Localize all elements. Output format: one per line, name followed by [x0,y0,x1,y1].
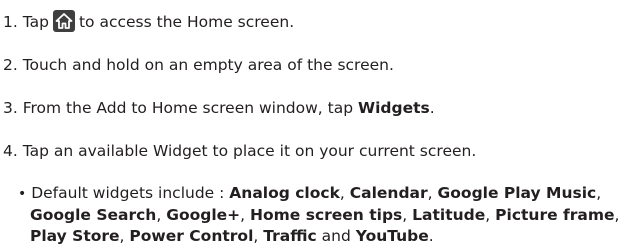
widget-name: YouTube [355,227,429,245]
widget-name: Analog clock [229,184,340,202]
widget-name: Calendar [349,184,428,202]
bullet-line-1: • Default widgets include : Analog clock… [18,184,602,202]
bullet-line-3: Play Store, Power Control, Traffic and Y… [30,227,434,245]
bullet-line-2: Google Search, Google+, Home screen tips… [30,206,620,224]
step-2: 2. Touch and hold on an empty area of th… [3,55,394,75]
step-4-text: 4. Tap an available Widget to place it o… [3,142,477,160]
step-1-prefix: 1. Tap [3,13,49,31]
step-1-suffix: to access the Home screen. [78,13,295,31]
widget-name: Latitude [412,206,486,224]
widget-name: Google+ [166,206,241,224]
widget-name: Google Play Music [437,184,597,202]
home-key-icon [52,10,75,32]
widget-name: Google Search [30,206,157,224]
step-1: 1. Tap to access the Home screen. [3,10,294,32]
and-word: and [321,227,351,245]
bullet-intro: Default widgets include : [31,184,225,202]
step-2-text: 2. Touch and hold on an empty area of th… [3,56,394,74]
bullet-marker: • [18,186,27,202]
step-3-prefix: 3. From the Add to Home screen window, t… [3,99,354,117]
widget-name: Picture frame [495,206,615,224]
widgets-term: Widgets [358,99,430,117]
widget-name: Home screen tips [250,206,403,224]
widget-name: Play Store [30,227,120,245]
default-widgets-bullet: • Default widgets include : Analog clock… [18,183,638,247]
step-3: 3. From the Add to Home screen window, t… [3,98,435,118]
step-3-suffix: . [429,99,435,117]
step-4: 4. Tap an available Widget to place it o… [3,141,476,161]
widget-name: Traffic [263,227,317,245]
instruction-document: 1. Tap to access the Home screen. 2. Touc… [0,0,639,249]
widget-name: Power Control [129,227,254,245]
